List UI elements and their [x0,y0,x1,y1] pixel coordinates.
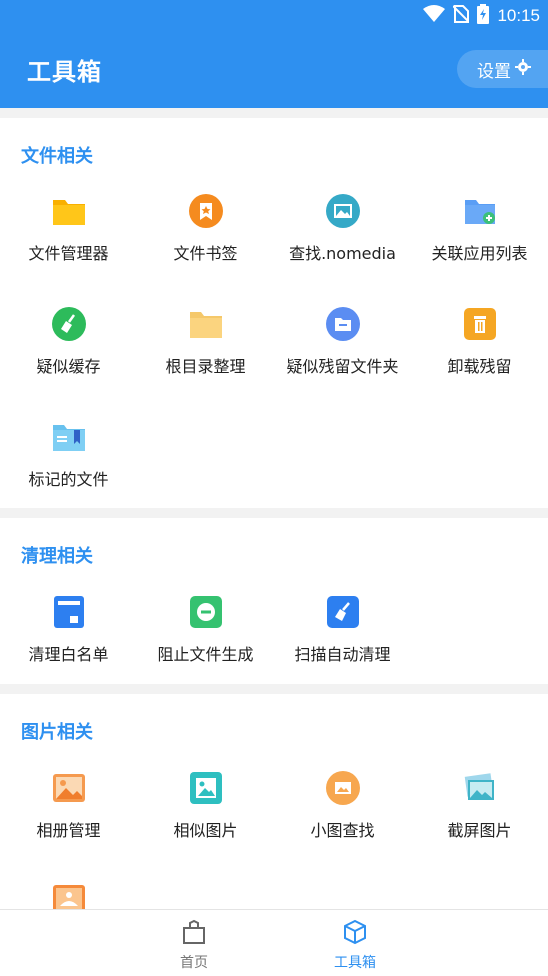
nav-home-label: 首页 [180,955,208,971]
tool-block-file-generation[interactable]: 阻止文件生成 [137,595,274,685]
status-bar: 10:15 [0,0,548,30]
section-title: 文件相关 [21,146,93,167]
tool-screenshots[interactable]: 截屏图片 [411,771,548,861]
nav-home[interactable]: 首页 [144,918,244,972]
home-icon [180,918,208,950]
battery-icon [477,4,490,28]
tool-similar-images[interactable]: 相似图片 [137,771,274,861]
marked-folder-icon [52,420,86,454]
album-icon [52,884,86,909]
cube-icon [341,918,369,950]
tool-file-manager[interactable]: 文件管理器 [0,194,137,284]
tool-album-manage[interactable]: 相册管理 [0,771,137,861]
page-title: 工具箱 [27,58,102,86]
tool-scan-auto-clean[interactable]: 扫描自动清理 [274,595,411,685]
tool-file-bookmark[interactable]: 文件书签 [137,194,274,284]
whitelist-icon [52,595,86,629]
image-search-icon [325,194,360,228]
tool-partial[interactable] [0,884,137,909]
section-title: 清理相关 [21,546,93,567]
tool-marked-files[interactable]: 标记的文件 [0,420,137,510]
tool-suspected-cache[interactable]: 疑似缓存 [0,307,137,397]
settings-label: 设置 [477,61,511,82]
residual-folder-icon [325,307,360,341]
tool-find-nomedia[interactable]: 查找.nomedia [274,194,411,284]
block-icon [189,595,223,629]
auto-clean-icon [326,595,360,629]
nav-toolbox[interactable]: 工具箱 [305,918,405,972]
album-icon [52,771,86,805]
screenshot-icon [463,771,497,805]
section-image: 图片相关 相册管理 相似图片 小图查找 截屏图片 [0,694,548,909]
folder-icon [52,194,86,228]
clock: 10:15 [497,6,540,25]
small-image-icon [325,771,360,805]
nav-toolbox-label: 工具箱 [334,955,376,971]
tool-associated-apps[interactable]: 关联应用列表 [411,194,548,284]
section-clean: 清理相关 清理白名单 阻止文件生成 扫描自动清理 [0,518,548,684]
folder-add-icon [463,194,497,228]
broom-icon [51,307,86,341]
tool-clean-whitelist[interactable]: 清理白名单 [0,595,137,685]
folder-open-icon [189,307,223,341]
tool-uninstall-residue[interactable]: 卸载残留 [411,307,548,397]
gear-icon [515,58,531,80]
wifi-icon [423,5,446,27]
tool-root-organize[interactable]: 根目录整理 [137,307,274,397]
tool-residual-folder[interactable]: 疑似残留文件夹 [274,307,411,397]
tool-small-image-search[interactable]: 小图查找 [274,771,411,861]
bottom-navigation: 首页 工具箱 [0,909,548,976]
settings-button[interactable]: 设置 [457,50,548,88]
app-bar: 工具箱 设置 [0,30,548,108]
no-sim-icon [452,5,471,27]
section-title: 图片相关 [21,722,93,743]
trash-icon [463,307,497,341]
section-file: 文件相关 文件管理器 文件书签 查找.nomedia 关联应用列表 疑似缓存 根… [0,118,548,508]
similar-image-icon [189,771,223,805]
bookmark-icon [188,194,223,228]
